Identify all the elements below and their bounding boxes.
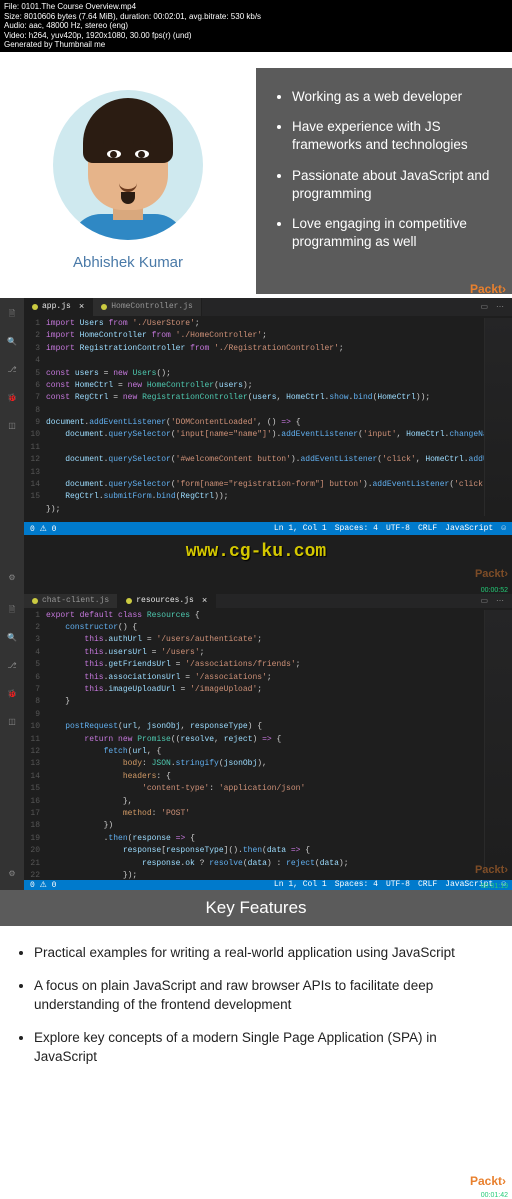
files-icon[interactable]: 🗎 <box>5 308 19 322</box>
debug-icon[interactable]: 🐞 <box>5 688 19 702</box>
timecode: 00:01:42 <box>481 1192 508 1199</box>
status-spaces[interactable]: Spaces: 4 <box>335 880 378 889</box>
profile-bullet: Love engaging in competitive programming… <box>292 215 490 251</box>
status-eol[interactable]: CRLF <box>418 524 437 533</box>
code-content: export default class Resources { constru… <box>46 610 484 874</box>
editor-body[interactable]: 1 2 3 4 5 6 7 8 9 10 11 12 13 14 15 impo… <box>24 316 512 522</box>
editor-panel-2: 🗎 🔍 ⎇ 🐞 ◫ ⚙ chat-client.js resources.js … <box>0 594 512 890</box>
editor-tabs: chat-client.js resources.js × ▭ ⋯ <box>24 594 512 608</box>
tab-chat-client-js[interactable]: chat-client.js <box>24 594 118 608</box>
activity-bar: 🗎 🔍 ⎇ 🐞 ◫ ⚙ <box>0 298 24 594</box>
meta-line: Video: h264, yuv420p, 1920x1080, 30.00 f… <box>4 31 508 41</box>
tab-label: chat-client.js <box>42 596 109 605</box>
search-icon[interactable]: 🔍 <box>5 632 19 646</box>
profile-left: Abhishek Kumar <box>0 68 256 294</box>
kf-item: A focus on plain JavaScript and raw brow… <box>34 977 492 1015</box>
status-bar: 0 ⚠ 0 Ln 1, Col 1 Spaces: 4 UTF-8 CRLF J… <box>24 880 512 890</box>
status-encoding[interactable]: UTF-8 <box>386 524 410 533</box>
timecode: 00:01:19 <box>481 883 508 890</box>
kf-title: Key Features <box>0 890 512 926</box>
tab-label: HomeController.js <box>111 302 193 311</box>
profile-slide: Abhishek Kumar Working as a web develope… <box>0 52 512 298</box>
tab-label: resources.js <box>136 596 194 605</box>
status-cursor[interactable]: Ln 1, Col 1 <box>274 880 327 889</box>
editor-panel-1: 🗎 🔍 ⎇ 🐞 ◫ ⚙ app.js × HomeController.js ▭… <box>0 298 512 594</box>
brand-packt: Packt› <box>470 282 506 296</box>
kf-list: Practical examples for writing a real-wo… <box>34 944 492 1066</box>
profile-bullets: Working as a web developer Have experien… <box>256 68 512 294</box>
kf-item: Practical examples for writing a real-wo… <box>34 944 492 963</box>
gear-icon[interactable]: ⚙ <box>5 868 19 882</box>
editor-body[interactable]: 1 2 3 4 5 6 7 8 9 10 11 12 13 14 15 16 1… <box>24 608 512 880</box>
js-file-icon <box>32 598 38 604</box>
minimap[interactable] <box>484 610 512 874</box>
git-icon[interactable]: ⎇ <box>5 660 19 674</box>
tab-label: app.js <box>42 302 71 311</box>
profile-name: Abhishek Kumar <box>73 254 183 271</box>
status-cursor[interactable]: Ln 1, Col 1 <box>274 524 327 533</box>
minimap[interactable] <box>484 318 512 516</box>
meta-line: Generated by Thumbnail me <box>4 40 508 50</box>
debug-icon[interactable]: 🐞 <box>5 392 19 406</box>
close-icon[interactable]: × <box>79 302 84 312</box>
tab-resources-js[interactable]: resources.js × <box>118 594 216 608</box>
status-problems[interactable]: 0 ⚠ 0 <box>30 524 56 534</box>
tab-homecontroller-js[interactable]: HomeController.js <box>93 298 202 316</box>
git-icon[interactable]: ⎇ <box>5 364 19 378</box>
close-icon[interactable]: × <box>202 596 207 606</box>
js-file-icon <box>126 598 132 604</box>
files-icon[interactable]: 🗎 <box>5 604 19 618</box>
brand-packt: Packt› <box>475 864 508 876</box>
profile-bullet: Working as a web developer <box>292 88 490 106</box>
file-meta: File: 0101.The Course Overview.mp4 Size:… <box>0 0 512 52</box>
status-eol[interactable]: CRLF <box>418 880 437 889</box>
meta-line: Audio: aac, 48000 Hz, stereo (eng) <box>4 21 508 31</box>
status-language[interactable]: JavaScript <box>445 524 493 533</box>
search-icon[interactable]: 🔍 <box>5 336 19 350</box>
profile-bullet: Passionate about JavaScript and programm… <box>292 167 490 203</box>
more-icon[interactable]: ⋯ <box>496 302 504 312</box>
js-file-icon <box>32 304 38 310</box>
activity-bar: 🗎 🔍 ⎇ 🐞 ◫ ⚙ <box>0 594 24 890</box>
status-bar: 0 ⚠ 0 Ln 1, Col 1 Spaces: 4 UTF-8 CRLF J… <box>24 522 512 535</box>
js-file-icon <box>101 304 107 310</box>
status-feedback-icon[interactable]: ☺ <box>501 524 506 533</box>
brand-packt: Packt› <box>475 568 508 580</box>
profile-bullet: Have experience with JS frameworks and t… <box>292 118 490 154</box>
gear-icon[interactable]: ⚙ <box>5 572 19 586</box>
kf-item: Explore key concepts of a modern Single … <box>34 1029 492 1067</box>
key-features-slide: Key Features Practical examples for writ… <box>0 890 512 1190</box>
code-content: import Users from './UserStore'; import … <box>46 318 484 516</box>
editor-tabs: app.js × HomeController.js ▭ ⋯ <box>24 298 512 316</box>
more-icon[interactable]: ⋯ <box>496 596 504 606</box>
extensions-icon[interactable]: ◫ <box>5 716 19 730</box>
tab-app-js[interactable]: app.js × <box>24 298 93 316</box>
timecode: 00:00:52 <box>481 587 508 594</box>
brand-packt: Packt› <box>470 1174 506 1188</box>
line-gutter: 1 2 3 4 5 6 7 8 9 10 11 12 13 14 15 <box>24 318 40 504</box>
avatar <box>53 90 203 240</box>
split-editor-icon[interactable]: ▭ <box>480 302 488 312</box>
split-editor-icon[interactable]: ▭ <box>480 596 488 606</box>
status-problems[interactable]: 0 ⚠ 0 <box>30 880 56 890</box>
watermark-text: www.cg-ku.com <box>0 542 512 562</box>
status-encoding[interactable]: UTF-8 <box>386 880 410 889</box>
extensions-icon[interactable]: ◫ <box>5 420 19 434</box>
line-gutter: 1 2 3 4 5 6 7 8 9 10 11 12 13 14 15 16 1… <box>24 610 40 880</box>
meta-line: File: 0101.The Course Overview.mp4 <box>4 2 508 12</box>
status-spaces[interactable]: Spaces: 4 <box>335 524 378 533</box>
meta-line: Size: 8010606 bytes (7.64 MiB), duration… <box>4 12 508 22</box>
